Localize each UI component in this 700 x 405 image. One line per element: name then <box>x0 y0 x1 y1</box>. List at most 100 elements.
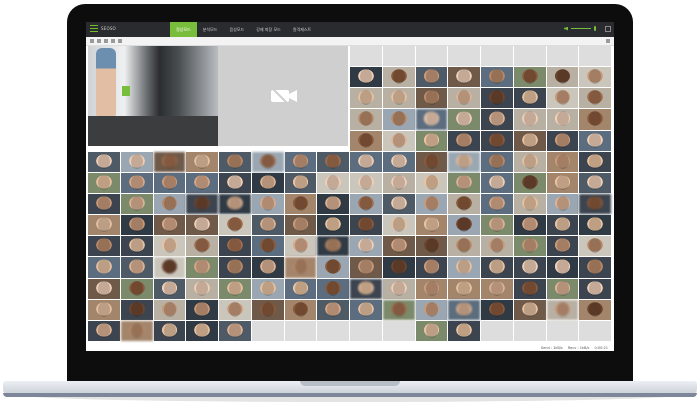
participant-tile[interactable] <box>350 109 382 130</box>
participant-tile[interactable] <box>481 278 513 299</box>
participant-tile[interactable] <box>579 88 611 109</box>
participant-tile[interactable] <box>153 172 186 193</box>
participant-tile[interactable] <box>186 257 218 278</box>
participant-tile[interactable] <box>317 236 349 257</box>
empty-slot[interactable] <box>546 320 579 341</box>
participant-tile[interactable] <box>513 67 546 88</box>
microphone-icon[interactable] <box>594 26 596 31</box>
participant-tile[interactable] <box>251 299 284 320</box>
tab-remote-test[interactable]: 원격제스트 <box>287 22 317 37</box>
participant-tile[interactable] <box>513 194 546 215</box>
participant-tile[interactable] <box>153 257 186 278</box>
participant-tile[interactable] <box>219 236 251 257</box>
participant-tile[interactable] <box>481 88 513 109</box>
participant-tile[interactable] <box>317 278 349 299</box>
participant-tile[interactable] <box>153 236 186 257</box>
empty-slot[interactable] <box>415 46 448 67</box>
participant-tile[interactable] <box>513 88 546 109</box>
participant-tile[interactable] <box>382 151 415 172</box>
participant-tile[interactable] <box>448 67 480 88</box>
participant-tile[interactable] <box>382 236 415 257</box>
participant-tile[interactable] <box>88 236 120 257</box>
participant-tile[interactable] <box>546 88 579 109</box>
participant-tile[interactable] <box>415 320 448 341</box>
participant-tile[interactable] <box>186 151 218 172</box>
participant-tile[interactable] <box>382 299 415 320</box>
tab-voice-mode[interactable]: 음성모드 <box>223 22 250 37</box>
tool-icon[interactable] <box>606 39 610 43</box>
participant-tile[interactable] <box>88 299 120 320</box>
empty-slot[interactable] <box>350 46 382 67</box>
speaker-icon[interactable] <box>564 26 568 31</box>
participant-tile[interactable] <box>120 299 153 320</box>
participant-tile[interactable] <box>546 172 579 193</box>
participant-tile[interactable] <box>546 236 579 257</box>
participant-tile[interactable] <box>415 257 448 278</box>
empty-slot[interactable] <box>382 320 415 341</box>
participant-tile[interactable] <box>186 278 218 299</box>
participant-tile[interactable] <box>415 67 448 88</box>
participant-tile[interactable] <box>219 215 251 236</box>
participant-tile[interactable] <box>415 299 448 320</box>
participant-tile[interactable] <box>219 320 251 341</box>
empty-slot[interactable] <box>579 320 611 341</box>
hamburger-menu-icon[interactable] <box>90 25 98 32</box>
participant-tile[interactable] <box>448 236 480 257</box>
participant-tile[interactable] <box>415 130 448 151</box>
participant-tile[interactable] <box>579 151 611 172</box>
participant-tile[interactable] <box>284 172 317 193</box>
participant-tile[interactable] <box>579 172 611 193</box>
participant-tile[interactable] <box>284 299 317 320</box>
participant-tile[interactable] <box>481 130 513 151</box>
empty-slot[interactable] <box>513 46 546 67</box>
empty-slot[interactable] <box>382 46 415 67</box>
participant-tile[interactable] <box>350 299 382 320</box>
participant-tile[interactable] <box>546 151 579 172</box>
participant-tile[interactable] <box>350 151 382 172</box>
participant-tile[interactable] <box>448 194 480 215</box>
participant-tile[interactable] <box>219 194 251 215</box>
participant-tile[interactable] <box>448 278 480 299</box>
participant-tile[interactable] <box>415 151 448 172</box>
participant-tile[interactable] <box>481 215 513 236</box>
participant-tile[interactable] <box>251 194 284 215</box>
participant-tile[interactable] <box>481 236 513 257</box>
participant-tile[interactable] <box>350 236 382 257</box>
participant-tile[interactable] <box>513 130 546 151</box>
participant-tile[interactable] <box>350 130 382 151</box>
participant-tile[interactable] <box>317 215 349 236</box>
participant-tile[interactable] <box>251 151 284 172</box>
participant-tile[interactable] <box>153 299 186 320</box>
featured-no-video[interactable] <box>218 46 348 146</box>
participant-tile[interactable] <box>382 215 415 236</box>
participant-tile[interactable] <box>186 194 218 215</box>
participant-tile[interactable] <box>317 172 349 193</box>
participant-tile[interactable] <box>284 236 317 257</box>
participant-tile[interactable] <box>546 257 579 278</box>
participant-tile[interactable] <box>120 151 153 172</box>
participant-tile[interactable] <box>415 278 448 299</box>
participant-tile[interactable] <box>415 215 448 236</box>
participant-tile[interactable] <box>579 130 611 151</box>
participant-tile[interactable] <box>579 215 611 236</box>
participant-tile[interactable] <box>579 194 611 215</box>
participant-tile[interactable] <box>350 278 382 299</box>
tab-normal-mode[interactable]: 정상모드 <box>170 22 197 37</box>
participant-tile[interactable] <box>251 172 284 193</box>
tool-icon[interactable] <box>118 39 122 43</box>
participant-tile[interactable] <box>481 194 513 215</box>
participant-tile[interactable] <box>88 257 120 278</box>
participant-tile[interactable] <box>120 257 153 278</box>
tool-icon[interactable] <box>90 39 94 43</box>
participant-tile[interactable] <box>88 151 120 172</box>
participant-tile[interactable] <box>219 172 251 193</box>
participant-tile[interactable] <box>88 215 120 236</box>
participant-tile[interactable] <box>382 88 415 109</box>
window-button[interactable] <box>605 26 611 32</box>
participant-tile[interactable] <box>448 130 480 151</box>
tool-icon[interactable] <box>111 39 115 43</box>
participant-tile[interactable] <box>153 194 186 215</box>
participant-tile[interactable] <box>219 278 251 299</box>
participant-tile[interactable] <box>481 151 513 172</box>
participant-tile[interactable] <box>448 257 480 278</box>
